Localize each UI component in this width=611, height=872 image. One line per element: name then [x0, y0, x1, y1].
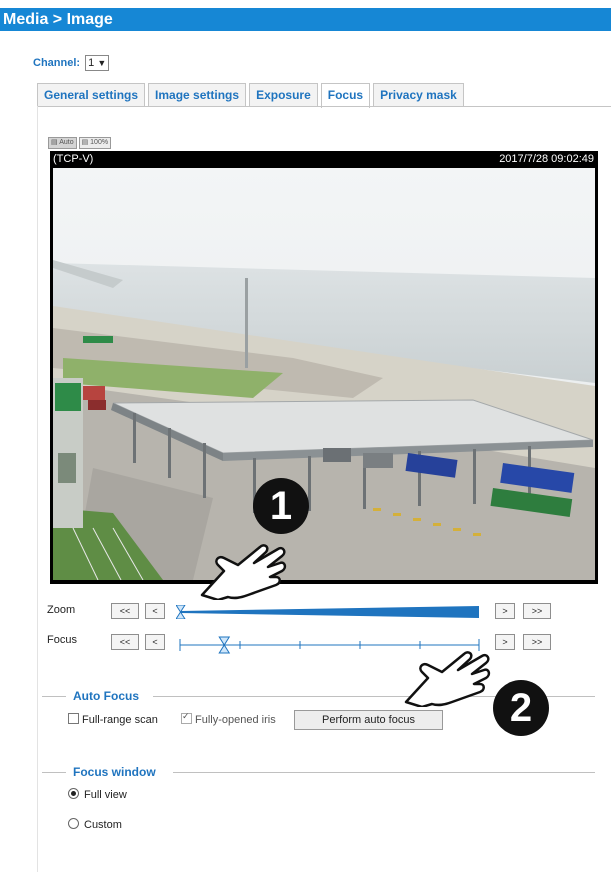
view-auto-button[interactable]: ▤ Auto	[48, 137, 77, 149]
tab-bar: General settings Image settings Exposure…	[37, 83, 467, 108]
stream-type: (TCP-V)	[53, 153, 94, 165]
fully-opened-iris-label: Fully-opened iris	[195, 714, 276, 726]
view-auto-label: Auto	[59, 139, 74, 146]
full-range-scan-checkbox[interactable]	[68, 713, 79, 724]
tab-general-settings[interactable]: General settings	[37, 83, 146, 106]
focus-left-button[interactable]: <	[145, 634, 165, 650]
zoom-left-button[interactable]: <	[145, 603, 165, 619]
view-mode-buttons: ▤ Auto ▤ 100%	[48, 137, 113, 149]
tab-focus[interactable]: Focus	[320, 83, 371, 108]
full-view-option[interactable]: Full view	[68, 788, 127, 801]
live-video[interactable]: (TCP-V) 2017/7/28 09:02:49	[50, 151, 598, 584]
custom-label: Custom	[84, 819, 122, 831]
custom-radio[interactable]	[68, 818, 79, 829]
zoom-far-left-button[interactable]: <<	[111, 603, 139, 619]
focus-window-legend: Focus window	[73, 765, 156, 779]
callout-2-badge: 2	[493, 680, 549, 736]
focus-far-right-button[interactable]: >>	[523, 634, 551, 650]
focus-window-line-left	[42, 772, 66, 773]
video-timestamp: 2017/7/28 09:02:49	[499, 153, 594, 165]
zoom-far-right-button[interactable]: >>	[523, 603, 551, 619]
video-header: (TCP-V) 2017/7/28 09:02:49	[50, 151, 598, 168]
full-view-radio[interactable]	[68, 788, 79, 799]
zoom-label: Zoom	[47, 604, 76, 616]
chevron-down-icon: ▼	[97, 58, 107, 68]
focus-label: Focus	[47, 634, 77, 646]
zoom-slider[interactable]	[176, 605, 481, 619]
tab-divider	[37, 106, 611, 107]
full-range-scan-option[interactable]: Full-range scan	[68, 713, 158, 726]
focus-far-left-button[interactable]: <<	[111, 634, 139, 650]
full-range-scan-label: Full-range scan	[82, 714, 158, 726]
focus-window-line-right	[173, 772, 595, 773]
tab-privacy-mask[interactable]: Privacy mask	[373, 83, 464, 106]
custom-option[interactable]: Custom	[68, 818, 122, 831]
channel-select[interactable]: 1 ▼	[85, 55, 110, 71]
fully-opened-iris-checkbox[interactable]	[181, 711, 192, 724]
view-100-label: 100%	[90, 139, 109, 146]
auto-focus-line-left	[42, 696, 66, 697]
panel-border	[37, 106, 38, 872]
focus-right-button[interactable]: >	[495, 634, 515, 650]
tab-image-settings[interactable]: Image settings	[148, 83, 247, 106]
zoom-right-button[interactable]: >	[495, 603, 515, 619]
channel-label: Channel:	[33, 57, 81, 69]
auto-focus-legend: Auto Focus	[73, 689, 139, 703]
full-view-label: Full view	[84, 789, 127, 801]
channel-value: 1	[88, 57, 95, 69]
pointing-hand-icon-2	[404, 651, 491, 707]
perform-auto-focus-button[interactable]: Perform auto focus	[294, 710, 443, 730]
page-title: Media > Image	[0, 8, 611, 31]
view-100-button[interactable]: ▤ 100%	[78, 137, 112, 149]
tab-exposure[interactable]: Exposure	[249, 83, 318, 106]
pointing-hand-icon	[200, 544, 287, 600]
channel-row: Channel: 1 ▼	[33, 55, 110, 71]
camera-scene	[53, 168, 595, 580]
fully-opened-iris-option[interactable]: Fully-opened iris	[181, 711, 276, 726]
